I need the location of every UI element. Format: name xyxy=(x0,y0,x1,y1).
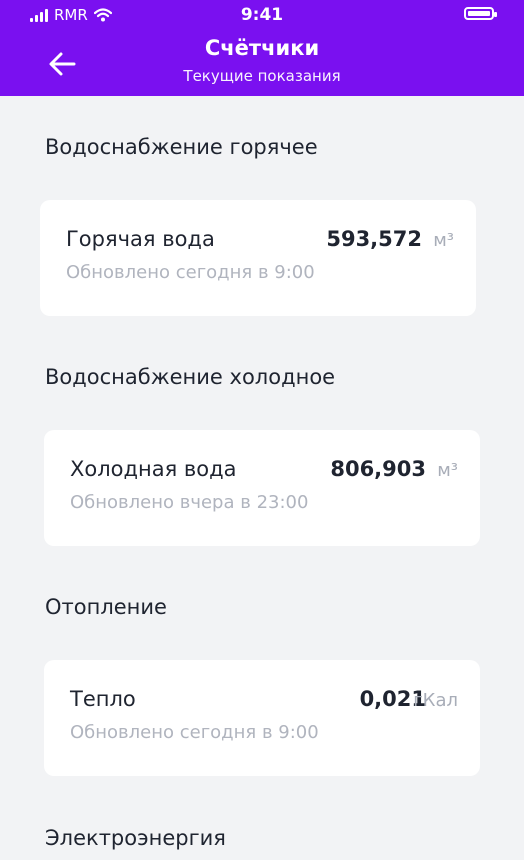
meter-value: 593,572 xyxy=(326,227,422,251)
status-bar: RMR 9:41 xyxy=(0,0,524,30)
meter-name: Холодная вода xyxy=(70,457,237,481)
section-title-heating: Отопление xyxy=(45,595,167,619)
battery-icon xyxy=(464,7,497,20)
meter-name: Горячая вода xyxy=(66,227,215,251)
meter-updated: Обновлено сегодня в 9:00 xyxy=(70,722,319,743)
status-time: 9:41 xyxy=(240,5,284,25)
meter-card-heating[interactable]: Тепло 0,021 гКал Обновлено сегодня в 9:0… xyxy=(44,660,480,776)
meter-value: 806,903 xyxy=(330,457,426,481)
meter-card-cold-water[interactable]: Холодная вода 806,903 м³ Обновлено вчера… xyxy=(44,430,480,546)
section-title-hot-water: Водоснабжение горячее xyxy=(45,135,318,159)
section-title-cold-water: Водоснабжение холодное xyxy=(45,365,336,389)
meter-name: Тепло xyxy=(70,687,136,711)
meter-card-hot-water[interactable]: Горячая вода 593,572 м³ Обновлено сегодн… xyxy=(40,200,476,316)
meter-unit: м³ xyxy=(433,230,454,251)
status-right xyxy=(464,7,497,20)
meter-unit: м³ xyxy=(437,460,458,481)
meter-updated: Обновлено вчера в 23:00 xyxy=(70,492,309,513)
section-title-electricity: Электроэнергия xyxy=(45,826,226,850)
meter-unit: гКал xyxy=(413,690,458,711)
page-subtitle: Текущие показания xyxy=(183,67,341,85)
page-title: Счётчики xyxy=(204,36,320,60)
app-header: RMR 9:41 Счётчики Текущие показания xyxy=(0,0,524,96)
meter-updated: Обновлено сегодня в 9:00 xyxy=(66,262,315,283)
